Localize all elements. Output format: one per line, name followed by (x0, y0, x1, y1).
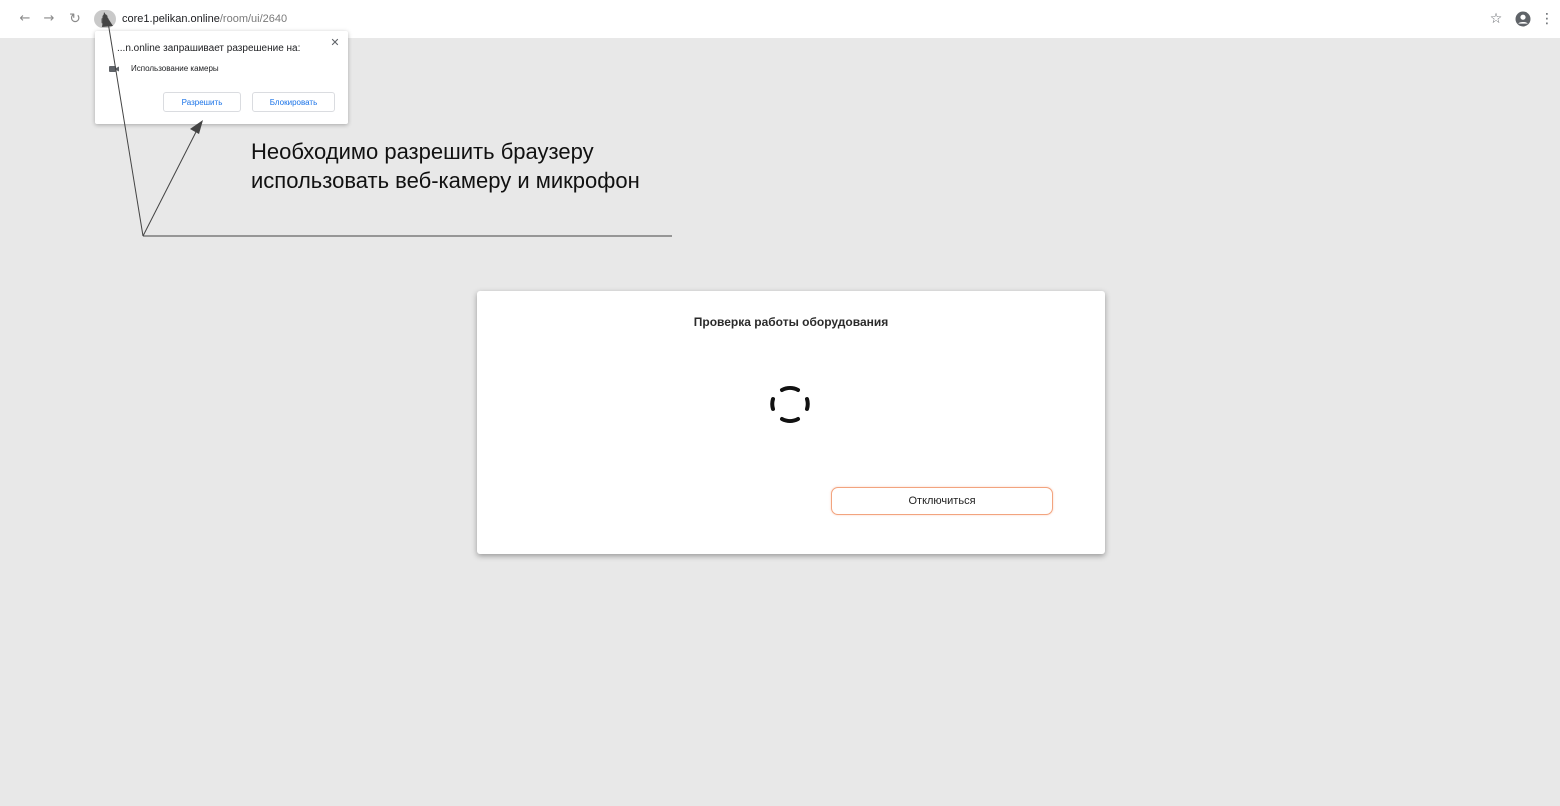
lock-icon[interactable] (94, 10, 116, 28)
permission-popup: ...n.online запрашивает разрешение на: ✕… (95, 31, 348, 124)
annotation-text: Необходимо разрешить браузеру использова… (251, 139, 640, 193)
url-host[interactable]: core1.pelikan.online (122, 13, 220, 25)
back-arrow-icon[interactable]: ← (16, 10, 34, 28)
forward-arrow-icon[interactable]: → (40, 10, 58, 28)
permission-item-label: Использование камеры (131, 64, 219, 73)
permission-item: Использование камеры (109, 64, 219, 73)
permission-title: ...n.online запрашивает разрешение на: (117, 43, 301, 54)
equipment-check-dialog: Проверка работы оборудования Отключиться (477, 291, 1105, 554)
block-button[interactable]: Блокировать (252, 92, 335, 112)
reload-icon[interactable]: ↻ (66, 10, 84, 28)
disconnect-button[interactable]: Отключиться (831, 487, 1053, 515)
url-path[interactable]: /room/ui/2640 (220, 13, 287, 25)
close-icon[interactable]: ✕ (329, 37, 341, 49)
kebab-menu-icon[interactable]: ⋮ (1540, 10, 1554, 28)
camera-icon (109, 65, 119, 72)
address-bar[interactable]: core1.pelikan.online/room/ui/2640 (94, 9, 1474, 29)
account-icon[interactable] (1514, 10, 1532, 28)
loading-spinner-icon (770, 386, 810, 423)
dialog-title: Проверка работы оборудования (693, 315, 889, 329)
star-icon[interactable]: ☆ (1488, 10, 1504, 28)
allow-button[interactable]: Разрешить (163, 92, 241, 112)
